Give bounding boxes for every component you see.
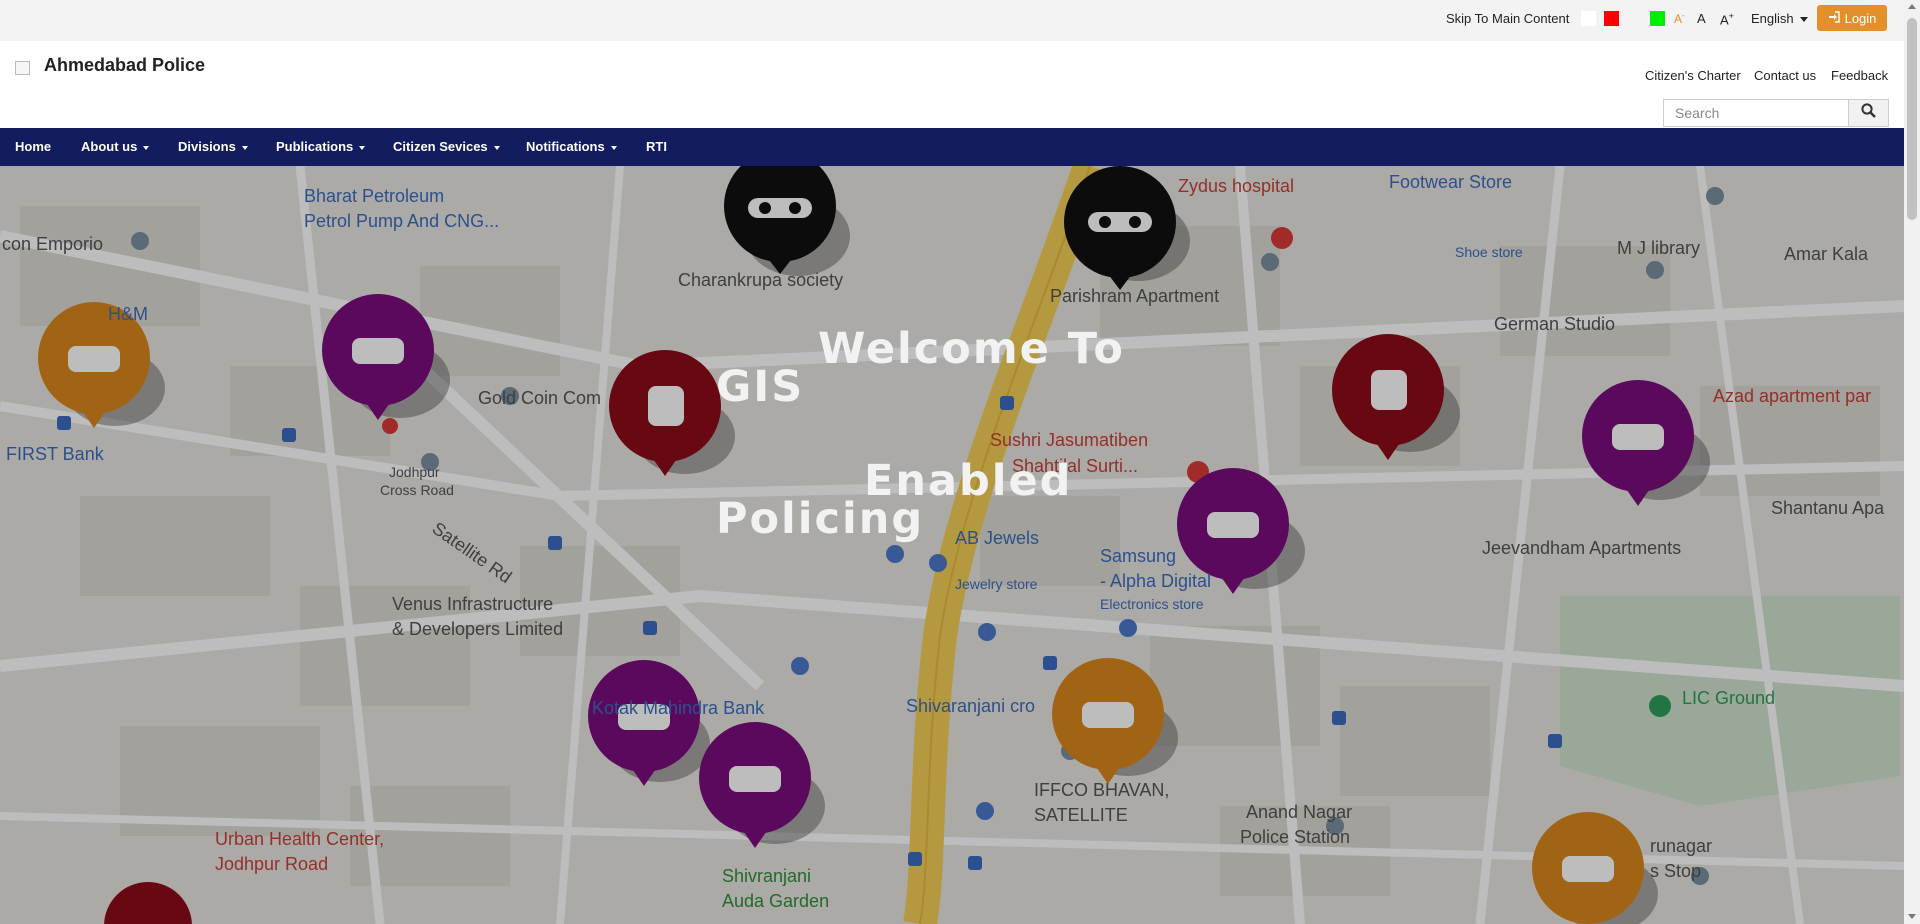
font-normal-button[interactable]: A: [1697, 11, 1706, 26]
hero-welcome-line-1: Welcome To: [818, 324, 1125, 374]
font-decrease-button[interactable]: A-: [1674, 11, 1685, 26]
chevron-down-icon: [1799, 17, 1808, 23]
site-title[interactable]: Ahmedabad Police: [44, 55, 205, 76]
site-logo-image[interactable]: [15, 61, 30, 75]
scroll-down-arrow-icon[interactable]: [1908, 914, 1916, 919]
red-theme-swatch[interactable]: [1604, 11, 1619, 26]
hero-welcome-line-2: GIS: [716, 362, 805, 412]
white-theme-swatch[interactable]: [1581, 11, 1596, 26]
nav-item-publications[interactable]: Publications: [276, 139, 366, 154]
site-header: Ahmedabad Police Citizen's Charter Conta…: [0, 41, 1904, 128]
contact-us-link[interactable]: Contact us: [1754, 68, 1816, 83]
caret-down-icon: [493, 145, 500, 150]
login-button[interactable]: Login: [1817, 5, 1887, 31]
green-theme-swatch[interactable]: [1650, 11, 1665, 26]
nav-item-about-us[interactable]: About us: [81, 139, 150, 154]
font-increase-button[interactable]: A+: [1720, 11, 1734, 27]
nav-item-home[interactable]: Home: [15, 139, 51, 154]
language-select[interactable]: English: [1751, 11, 1808, 26]
hero-dark-overlay: [0, 166, 1904, 924]
search-input[interactable]: [1663, 99, 1849, 127]
login-label: Login: [1844, 10, 1877, 26]
nav-item-citizen-services[interactable]: Citizen Sevices: [393, 139, 500, 154]
nav-item-notifications[interactable]: Notifications: [526, 139, 617, 154]
nav-item-rti[interactable]: RTI: [646, 139, 667, 154]
search-icon: [1861, 103, 1876, 123]
nav-item-divisions[interactable]: Divisions: [178, 139, 248, 154]
top-utility-bar: Skip To Main Content A- A A+ English Log…: [0, 0, 1904, 41]
feedback-link[interactable]: Feedback: [1831, 68, 1888, 83]
main-navigation: Home About us Divisions Publications Cit…: [0, 128, 1904, 166]
caret-down-icon: [610, 145, 617, 150]
scroll-up-arrow-icon[interactable]: [1908, 4, 1916, 9]
caret-down-icon: [143, 145, 150, 150]
caret-down-icon: [359, 145, 366, 150]
hero-welcome-line-4: Policing: [716, 494, 925, 544]
citizens-charter-link[interactable]: Citizen's Charter: [1645, 68, 1741, 83]
search-button[interactable]: [1848, 99, 1889, 127]
scrollbar-thumb[interactable]: [1907, 18, 1917, 220]
skip-to-main-link[interactable]: Skip To Main Content: [1446, 11, 1569, 26]
caret-down-icon: [241, 145, 248, 150]
hero-banner: Bharat Petroleum Petrol Pump And CNG... …: [0, 166, 1904, 924]
page-scrollbar[interactable]: [1904, 0, 1920, 924]
sign-in-icon: [1828, 10, 1840, 26]
